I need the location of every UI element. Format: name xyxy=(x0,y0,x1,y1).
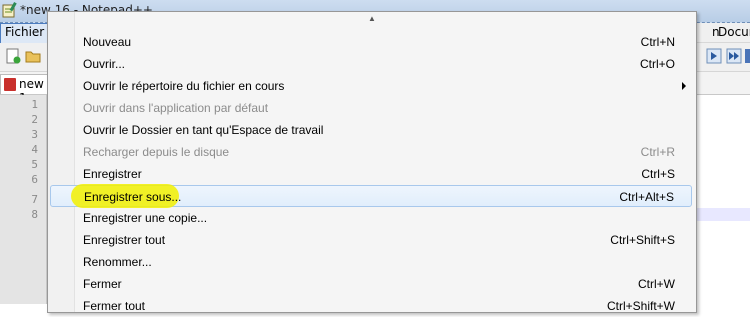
menu-item-shortcut: Ctrl+O xyxy=(639,57,675,71)
menu-item-shortcut: Ctrl+S xyxy=(641,167,675,181)
menu-item-shortcut: Ctrl+W xyxy=(638,277,675,291)
line-number: 2 xyxy=(31,113,38,126)
menu-item-label: Ouvrir le Dossier en tant qu'Espace de t… xyxy=(83,123,324,137)
menu-item-nouveau[interactable]: Nouveau Ctrl+N xyxy=(50,31,692,53)
menu-item-enregistrer-copie[interactable]: Enregistrer une copie... xyxy=(50,207,692,229)
menu-item-label: Ouvrir dans l'application par défaut xyxy=(83,101,269,115)
unsaved-file-icon xyxy=(4,78,16,91)
menu-item-label: Fermer tout xyxy=(83,299,146,313)
menu-item-label: Nouveau xyxy=(83,35,132,49)
submenu-arrow-icon xyxy=(682,82,686,90)
menu-item-ouvrir-application-defaut: Ouvrir dans l'application par défaut xyxy=(50,97,692,119)
line-number: 4 xyxy=(31,143,38,156)
tab-new-1[interactable]: new 1 xyxy=(0,74,54,105)
menu-documents[interactable]: Docum xyxy=(718,25,750,39)
menu-item-renommer[interactable]: Renommer... xyxy=(50,251,692,273)
line-number: 5 xyxy=(31,158,38,171)
menu-item-shortcut: Ctrl+R xyxy=(640,145,675,159)
menu-item-ouvrir[interactable]: Ouvrir... Ctrl+O xyxy=(50,53,692,75)
run-macro-multiple-icon[interactable] xyxy=(726,48,742,64)
menu-item-label: Renommer... xyxy=(83,255,152,269)
menu-item-recharger: Recharger depuis le disque Ctrl+R xyxy=(50,141,692,163)
menu-item-shortcut: Ctrl+Shift+W xyxy=(606,299,675,313)
menu-item-label: Recharger depuis le disque xyxy=(83,145,230,159)
line-number: 7 xyxy=(31,193,38,206)
menu-item-ouvrir-repertoire[interactable]: Ouvrir le répertoire du fichier en cours xyxy=(50,75,692,97)
menu-item-label: Enregistrer sous... xyxy=(84,190,182,204)
menu-item-label: Ouvrir le répertoire du fichier en cours xyxy=(83,79,285,93)
menu-item-shortcut: Ctrl+N xyxy=(640,35,675,49)
menu-item-label: Enregistrer xyxy=(83,167,142,181)
menu-item-enregistrer-tout[interactable]: Enregistrer tout Ctrl+Shift+S xyxy=(50,229,692,251)
menu-item-enregistrer-sous[interactable]: Enregistrer sous... Ctrl+Alt+S xyxy=(50,184,692,208)
menu-item-label: Fermer xyxy=(83,277,122,291)
menu-item-fermer[interactable]: Fermer Ctrl+W xyxy=(50,273,692,295)
menu-item-label: Enregistrer une copie... xyxy=(83,211,208,225)
line-number: 1 xyxy=(31,98,38,111)
new-file-icon[interactable] xyxy=(5,48,21,64)
menu-scroll-up-arrow[interactable]: ▲ xyxy=(48,12,696,26)
line-number: 8 xyxy=(31,208,38,221)
menu-item-enregistrer[interactable]: Enregistrer Ctrl+S xyxy=(50,163,692,185)
menu-item-label: Ouvrir... xyxy=(83,57,126,71)
menu-item-shortcut: Ctrl+Alt+S xyxy=(619,190,674,204)
file-menu-dropdown: ▲ Nouveau Ctrl+N Ouvrir... Ctrl+O Ouvrir… xyxy=(47,11,697,313)
line-number-gutter: 1 2 3 4 5 6 7 8 xyxy=(0,95,47,304)
play-macro-icon[interactable] xyxy=(706,48,722,64)
menu-item-label: Enregistrer tout xyxy=(83,233,166,247)
menu-item-fermer-tout[interactable]: Fermer tout Ctrl+Shift+W xyxy=(50,295,692,317)
line-number: 6 xyxy=(31,173,38,186)
line-number: 3 xyxy=(31,128,38,141)
save-macro-icon[interactable] xyxy=(744,48,750,64)
menu-item-ouvrir-dossier-espace-travail[interactable]: Ouvrir le Dossier en tant qu'Espace de t… xyxy=(50,119,692,141)
menu-fichier[interactable]: Fichier xyxy=(0,23,50,44)
open-file-icon[interactable] xyxy=(25,48,41,64)
menu-item-shortcut: Ctrl+Shift+S xyxy=(610,233,675,247)
notepad-app-icon[interactable] xyxy=(1,2,17,18)
